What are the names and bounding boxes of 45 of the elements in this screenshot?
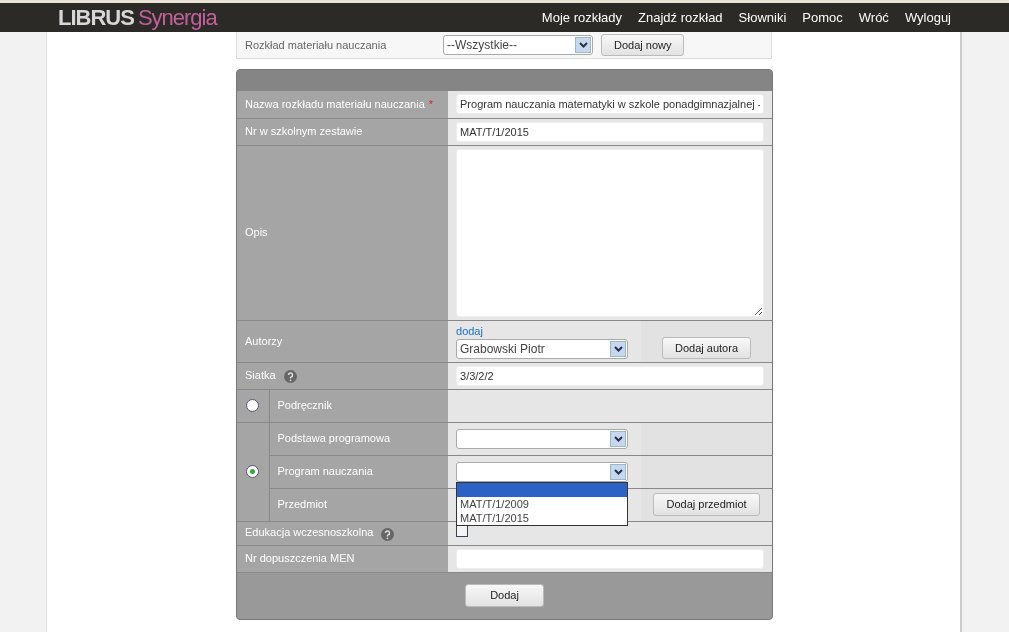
radio-button[interactable] xyxy=(246,465,259,478)
help-icon[interactable] xyxy=(283,370,297,384)
dropdown-option[interactable]: MAT/T/1/2015 xyxy=(457,510,627,525)
chevron-icon xyxy=(613,435,623,442)
textarea-field[interactable] xyxy=(456,148,764,317)
filter-label: Rozkład materiału nauczania xyxy=(245,37,388,53)
add-subject-button[interactable]: Dodaj przedmiot xyxy=(653,493,760,516)
field-label: Przedmiot xyxy=(277,498,328,511)
logo-text: LIBRUS xyxy=(58,4,134,32)
text-field[interactable] xyxy=(456,548,764,569)
field-label: Siatka xyxy=(245,368,276,381)
field-label: Nr w szkolnym zestawie xyxy=(245,125,363,138)
field-label: Autorzy xyxy=(245,334,283,347)
text-field[interactable]: 3/3/2/2 xyxy=(456,365,764,386)
dropdown-option[interactable] xyxy=(457,482,627,497)
add-link[interactable]: dodaj xyxy=(456,322,633,340)
chevron-icon xyxy=(578,42,588,48)
field-label: Program nauczania xyxy=(277,465,373,478)
field-label: Podręcznik xyxy=(277,399,332,412)
nav-link[interactable]: Wróć xyxy=(858,7,889,28)
nav-link[interactable]: Słowniki xyxy=(738,7,787,28)
field-label: Opis xyxy=(245,226,268,239)
required-mark: * xyxy=(428,98,434,110)
add-author-button[interactable]: Dodaj autora xyxy=(662,336,751,360)
chevron-icon xyxy=(613,468,623,475)
chevron-icon xyxy=(613,346,623,353)
dropdown-option[interactable]: MAT/T/1/2009 xyxy=(457,496,627,511)
radio-button[interactable] xyxy=(246,399,259,412)
field-label: Nazwa rozkładu materiału nauczania xyxy=(245,98,425,110)
dropdown[interactable] xyxy=(456,461,628,482)
text-field[interactable]: MAT/T/1/2015 xyxy=(456,121,764,142)
help-icon[interactable] xyxy=(381,527,395,541)
submit-button[interactable]: Dodaj xyxy=(465,584,544,607)
nav-link[interactable]: Wyloguj xyxy=(904,7,951,28)
dropdown[interactable]: --Wszystkie-- xyxy=(443,35,593,55)
logo-text: Synergia xyxy=(137,4,217,32)
field-label: Podstawa programowa xyxy=(277,432,390,445)
dropdown[interactable] xyxy=(456,428,628,449)
nav-link[interactable]: Pomoc xyxy=(802,7,843,28)
field-label: Edukacja wczesnoszkolna xyxy=(245,526,374,539)
add-new-button[interactable]: Dodaj nowy xyxy=(601,33,685,57)
field-label: Nr dopuszczenia MEN xyxy=(245,552,355,565)
dropdown[interactable]: Grabowski Piotr xyxy=(456,339,628,360)
nav-link[interactable]: Znajdź rozkład xyxy=(638,7,723,28)
nav-link[interactable]: Moje rozkłady xyxy=(541,7,623,28)
